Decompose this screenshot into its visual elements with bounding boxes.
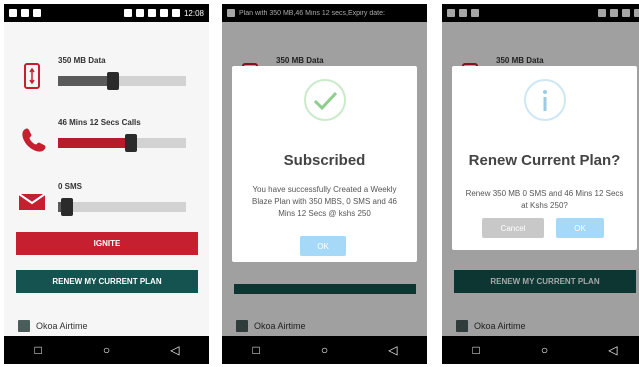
recents-icon[interactable]: □ [28,343,48,357]
navigation-bar: □ ○ ◁ [442,336,639,364]
dialog-title: Subscribed [283,152,366,169]
okoa-airtime-option[interactable]: Okoa Airtime [18,320,88,332]
plan-builder: 350 MB Data 46 Mins 12 Secs Calls 0 SMS [4,22,209,336]
sms-slider[interactable] [58,198,186,216]
dialog-message: Renew 350 MB 0 SMS and 46 Mins 12 Secs a… [465,189,624,210]
home-icon[interactable]: ○ [314,343,334,357]
signal-icon [159,9,168,17]
status-time: 12:08 [183,8,204,18]
ok-button[interactable]: OK [556,218,604,238]
navigation-bar: □ ○ ◁ [222,336,427,364]
phone-call-icon [22,128,46,152]
data-slider[interactable] [58,72,186,90]
image-icon [21,9,29,17]
cancel-button[interactable]: Cancel [482,218,544,238]
recents-icon[interactable]: □ [466,343,486,357]
home-icon[interactable]: ○ [96,343,116,357]
status-bar: 12:08 [4,4,209,22]
data-row: 350 MB Data [4,44,209,104]
back-icon[interactable]: ◁ [165,343,185,357]
renew-dialog: Renew Current Plan? Renew 350 MB 0 SMS a… [452,66,637,250]
ok-button[interactable]: OK [300,236,346,256]
data-label: 350 MB Data [58,56,106,65]
sms-slider-thumb[interactable] [61,198,74,216]
okoa-checkbox[interactable] [18,320,30,332]
phone-screen-subscribed: Plan with 350 MB,46 Mins 12 secs,Expiry … [222,4,427,364]
wifi-icon [147,9,156,17]
data-slider-thumb[interactable] [106,72,119,90]
whatsapp-icon [9,9,17,17]
phone-screen-main: 12:08 350 MB Data 46 Mins 12 Secs Calls [4,4,209,364]
vibrate-icon [123,9,132,17]
sms-row: 0 SMS [4,170,209,230]
ignite-button[interactable]: IGNITE [16,232,198,255]
phone-screen-renew: 350 MB Data RENEW MY CURRENT PLAN Okoa A… [442,4,639,364]
subscribed-dialog: Subscribed You have successfully Created… [232,66,417,262]
envelope-icon [18,193,46,210]
message-icon [33,9,41,17]
calls-slider-thumb[interactable] [125,134,138,152]
okoa-label: Okoa Airtime [36,321,88,331]
phone-data-icon [24,63,40,89]
sms-label: 0 SMS [58,182,83,191]
calls-row: 46 Mins 12 Secs Calls [4,106,209,166]
back-icon[interactable]: ◁ [383,343,403,357]
alarm-icon [135,9,144,17]
renew-plan-button[interactable]: RENEW MY CURRENT PLAN [16,270,198,293]
checkmark-icon [303,79,346,121]
calls-label: 46 Mins 12 Secs Calls [58,118,141,127]
back-icon[interactable]: ◁ [603,343,623,357]
dialog-message: You have successfully Created a Weekly B… [252,185,397,218]
dialog-title: Renew Current Plan? [468,152,621,169]
info-icon [523,79,566,121]
battery-icon [171,9,180,17]
calls-slider-fill [58,138,132,148]
navigation-bar: □ ○ ◁ [4,336,209,364]
data-slider-fill [58,76,113,86]
calls-slider[interactable] [58,134,186,152]
home-icon[interactable]: ○ [534,343,554,357]
recents-icon[interactable]: □ [246,343,266,357]
